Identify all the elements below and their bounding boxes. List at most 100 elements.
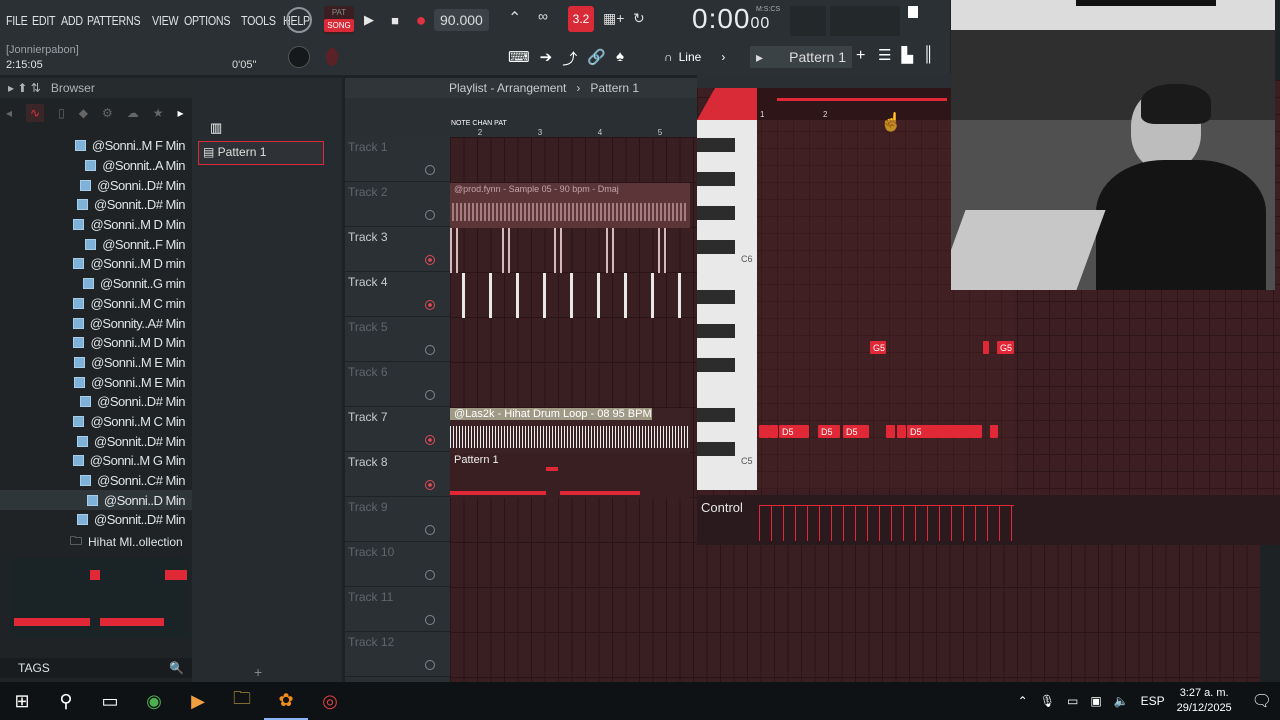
obs-icon[interactable]: ◎: [308, 682, 352, 720]
track-mute-button[interactable]: [425, 345, 435, 355]
language-indicator[interactable]: ESP: [1141, 694, 1165, 708]
windows-start-icon[interactable]: ⊞: [0, 682, 44, 720]
track-header[interactable]: Track 9: [345, 497, 450, 542]
battery-icon[interactable]: ▭: [1067, 694, 1078, 708]
browser-item[interactable]: @Sonnit..A Min: [0, 156, 192, 176]
note[interactable]: [886, 425, 895, 438]
volume-icon[interactable]: 🔈: [1114, 694, 1129, 708]
note-d5[interactable]: D5: [818, 425, 840, 438]
track-header[interactable]: Track 8: [345, 452, 450, 497]
pattern-selector[interactable]: ▸ Pattern 1: [750, 46, 852, 68]
audio-clip-track7[interactable]: @Las2k - Hihat Drum Loop - 08 95 BPM: [450, 408, 690, 453]
browser-item[interactable]: @Sonni..M G Min: [0, 451, 192, 471]
plugin-icon[interactable]: ⤴: [562, 48, 577, 69]
track-header[interactable]: Track 12: [345, 632, 450, 677]
track-header[interactable]: Track 1: [345, 137, 450, 182]
task-view-icon[interactable]: ▭: [88, 682, 132, 720]
browser-item[interactable]: @Sonni..M E Min: [0, 353, 192, 373]
file-filter-icon[interactable]: ▯: [58, 106, 65, 120]
chrome-icon[interactable]: ◉: [132, 682, 176, 720]
track-mute-button[interactable]: [425, 255, 435, 265]
browser-item[interactable]: @Sonni..M F Min: [0, 136, 192, 156]
track-mute-button[interactable]: [425, 390, 435, 400]
metronome-icon[interactable]: ⌃: [508, 8, 532, 30]
track-header[interactable]: Track 2: [345, 182, 450, 227]
arrow-right-icon[interactable]: ➔: [540, 48, 553, 69]
chevron-right-icon[interactable]: ▸: [177, 106, 183, 120]
note-g5[interactable]: G5: [870, 341, 886, 354]
track-mute-button[interactable]: [425, 615, 435, 625]
menu-options[interactable]: OPTIONS: [184, 13, 231, 28]
track-header[interactable]: Track 10: [345, 542, 450, 587]
chevron-right-icon[interactable]: ▸ ⬆ ⇅: [8, 81, 41, 95]
track-mute-button[interactable]: [425, 480, 435, 490]
search-icon[interactable]: ⚲: [44, 682, 88, 720]
note[interactable]: [759, 425, 769, 438]
track-header[interactable]: Track 7: [345, 407, 450, 452]
note[interactable]: [769, 425, 778, 438]
audio-clip-track2[interactable]: @prod.fynn - Sample 05 - 90 bpm - Dmaj: [450, 183, 690, 228]
pattern-clip-track8[interactable]: Pattern 1: [450, 453, 690, 498]
note[interactable]: [983, 341, 989, 354]
browser-item[interactable]: @Sonnity..A# Min: [0, 313, 192, 333]
track-header[interactable]: Track 4: [345, 272, 450, 317]
pitch-slider[interactable]: [326, 48, 338, 66]
plugin-filter-icon[interactable]: ◆: [79, 106, 88, 120]
mixer-window-icon[interactable]: ║: [923, 46, 934, 64]
menu-patterns[interactable]: PATTERNS: [87, 13, 141, 28]
browser-item[interactable]: @Sonni..M D Min: [0, 333, 192, 353]
media-player-icon[interactable]: ▶: [176, 682, 220, 720]
track-header[interactable]: Track 5: [345, 317, 450, 362]
menu-edit[interactable]: EDIT: [32, 13, 56, 28]
search-icon[interactable]: 🔍: [169, 658, 184, 678]
browser-item[interactable]: @Sonnit..F Min: [0, 234, 192, 254]
play-button[interactable]: ▶: [356, 7, 382, 33]
track-header[interactable]: Track 3: [345, 227, 450, 272]
pitch-knob[interactable]: [288, 46, 310, 68]
add-pattern-button[interactable]: +: [856, 47, 865, 65]
cloud-icon[interactable]: ☁: [127, 106, 139, 120]
menu-add[interactable]: ADD: [61, 13, 83, 28]
snap-selector[interactable]: ∩ Line ›: [664, 50, 725, 64]
browser-item[interactable]: @Sonnit..D# Min: [0, 431, 192, 451]
piano-roll-icon[interactable]: ⌨: [508, 48, 530, 69]
note-tab[interactable]: NOTE CHAN PAT: [451, 120, 507, 127]
note-d5[interactable]: D5: [907, 425, 982, 438]
network-icon[interactable]: ▣: [1090, 694, 1101, 708]
pattern-clip-track4[interactable]: [450, 273, 690, 318]
mixer-icon[interactable]: ♠: [616, 48, 624, 69]
browser-folder[interactable]: 🗀 Hihat Ml..ollection: [10, 533, 190, 551]
step-button[interactable]: 3.2: [568, 6, 594, 32]
browser-item[interactable]: @Sonni..M C min: [0, 294, 192, 314]
loop-record-icon[interactable]: ↻: [633, 10, 645, 27]
control-label[interactable]: Control: [701, 500, 743, 515]
track-mute-button[interactable]: [425, 165, 435, 175]
menu-file[interactable]: FILE: [6, 13, 28, 28]
file-explorer-icon[interactable]: 🗀: [220, 682, 264, 720]
piano-keyboard[interactable]: C6 C5: [697, 120, 757, 490]
track-mute-button[interactable]: [425, 435, 435, 445]
browser-item[interactable]: @Sonnit..D# Min: [0, 510, 192, 530]
gear-icon[interactable]: ⚙: [102, 106, 113, 120]
fl-studio-icon[interactable]: ✿: [264, 682, 308, 720]
browser-item[interactable]: @Sonni..C# Min: [0, 471, 192, 491]
track-mute-button[interactable]: [425, 210, 435, 220]
note[interactable]: [990, 425, 998, 438]
pat-song-toggle[interactable]: PAT SONG: [324, 6, 354, 34]
browser-item[interactable]: @Sonnit..D# Min: [0, 195, 192, 215]
menu-view[interactable]: VIEW: [152, 13, 179, 28]
stop-button[interactable]: ■: [382, 7, 408, 33]
browser-item[interactable]: @Sonni..M D Min: [0, 215, 192, 235]
note[interactable]: [897, 425, 906, 438]
pattern-item[interactable]: ▤ Pattern 1: [198, 141, 324, 165]
master-volume-knob[interactable]: [286, 7, 312, 33]
pattern-clip-track3[interactable]: [450, 228, 690, 273]
velocity-bars[interactable]: [759, 505, 1014, 541]
chevron-up-icon[interactable]: ⌃: [1018, 694, 1028, 708]
tempo-display[interactable]: 90.000: [434, 9, 489, 31]
browser-item[interactable]: @Sonni..D# Min: [0, 175, 192, 195]
track-mute-button[interactable]: [425, 525, 435, 535]
record-button[interactable]: ●: [408, 7, 434, 33]
track-mute-button[interactable]: [425, 570, 435, 580]
browser-item[interactable]: @Sonnit..G min: [0, 274, 192, 294]
